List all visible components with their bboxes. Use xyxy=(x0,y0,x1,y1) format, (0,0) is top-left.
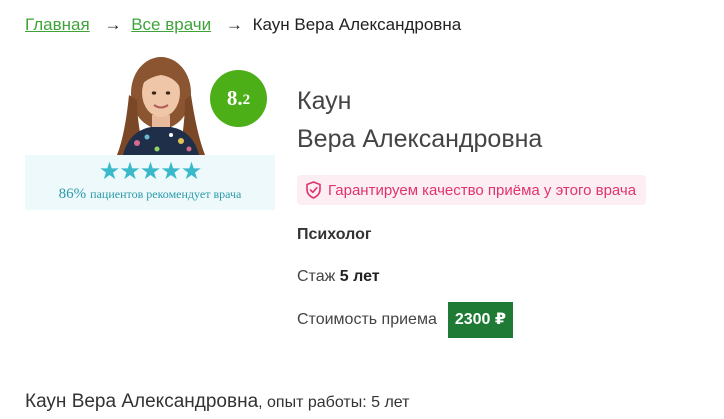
score-integer: 8. xyxy=(226,86,243,110)
price-row: Стоимость приема 2300 ₽ xyxy=(297,302,514,338)
doctor-specialty: Психолог xyxy=(297,226,372,243)
score-fraction: 2 xyxy=(242,91,251,108)
breadcrumb-arrow: → xyxy=(104,15,122,34)
doctor-last-name: Каун xyxy=(297,87,352,115)
price-label: Стоимость приема xyxy=(297,311,437,328)
rating-box: ★★★★★ 86% пациентов рекомендует врача xyxy=(25,155,275,210)
breadcrumb-all-doctors-link[interactable]: Все врачи xyxy=(131,15,211,34)
recommend-label: пациентов рекомендует врача xyxy=(90,187,242,201)
summary-heading: Каун Вера Александровна, опыт работы: 5 … xyxy=(25,391,409,413)
shield-check-icon xyxy=(306,181,321,199)
guarantee-text: Гарантируем качество приёма у этого врач… xyxy=(328,181,637,199)
doctor-first-names: Вера Александровна xyxy=(297,125,543,153)
experience-value: 5 лет xyxy=(339,268,380,285)
guarantee-badge: Гарантируем качество приёма у этого врач… xyxy=(297,175,647,205)
recommend-percent: 86% xyxy=(58,186,87,202)
breadcrumb-arrow: → xyxy=(225,15,243,34)
breadcrumb: Главная → Все врачи → Каун Вера Александ… xyxy=(25,14,461,36)
breadcrumb-current: Каун Вера Александровна xyxy=(252,15,462,34)
doctor-name: Каун Вера Александровна xyxy=(297,82,542,158)
summary-experience: , опыт работы: 5 лет xyxy=(258,394,410,411)
recommend-text: 86% пациентов рекомендует врача xyxy=(25,185,275,203)
doctor-score-badge: 8. 2 xyxy=(210,70,267,127)
price-badge: 2300 ₽ xyxy=(447,302,514,338)
breadcrumb-home-link[interactable]: Главная xyxy=(25,15,90,34)
rating-stars: ★★★★★ xyxy=(98,158,203,185)
experience-label: Стаж xyxy=(297,268,336,285)
doctor-experience: Стаж 5 лет xyxy=(297,268,380,286)
summary-name: Каун Вера Александровна xyxy=(25,391,259,412)
